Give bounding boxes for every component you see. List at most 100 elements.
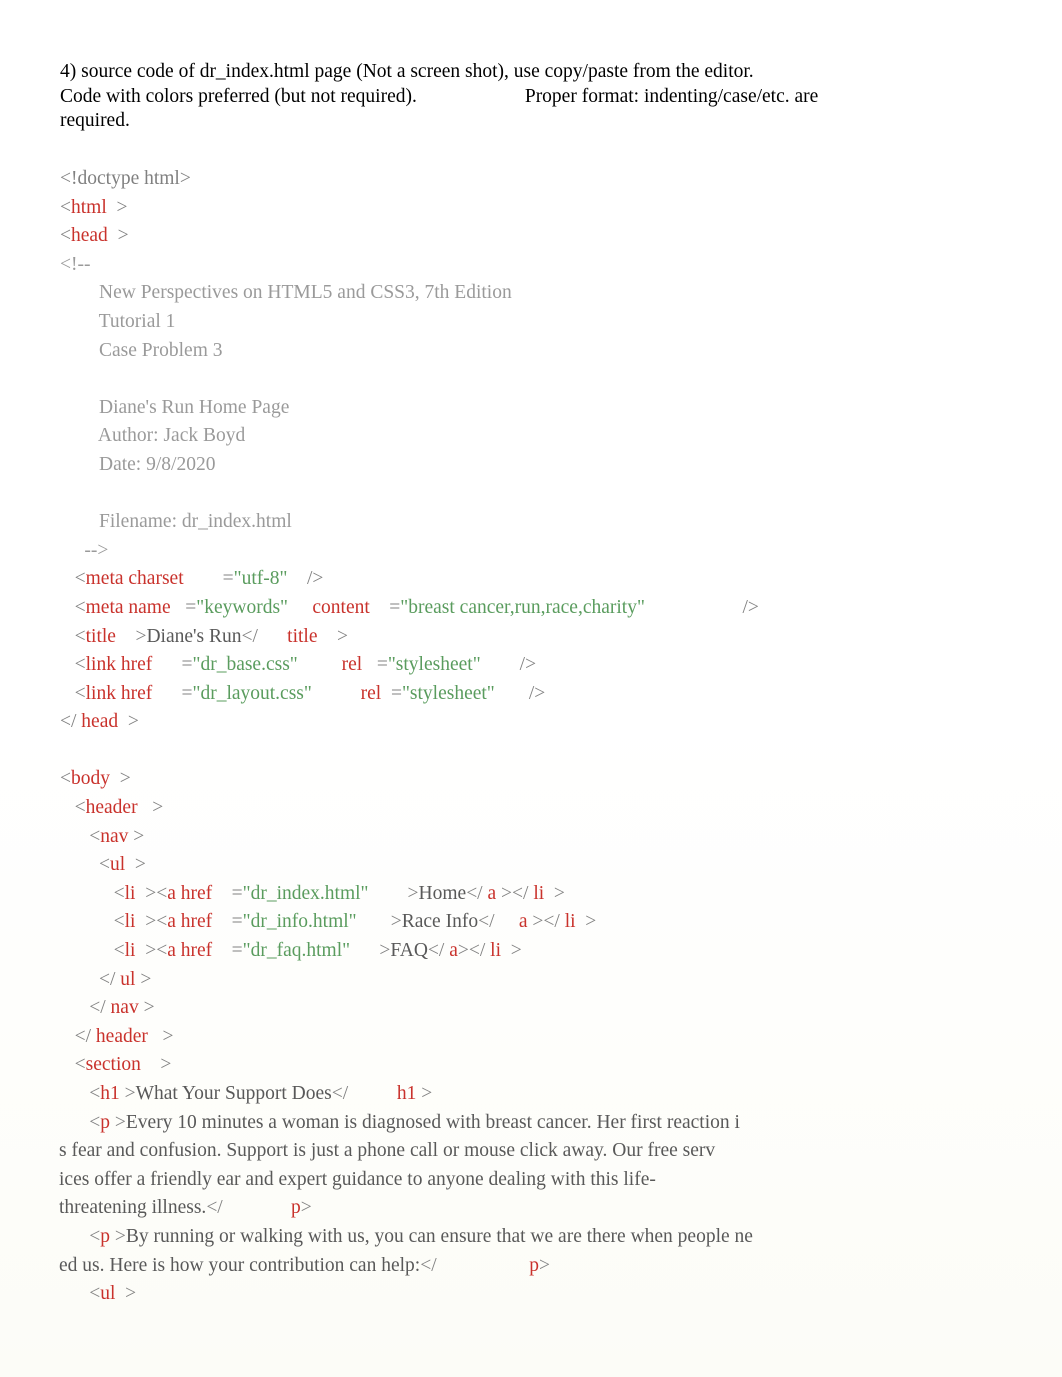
code-token-tag: title	[287, 625, 318, 647]
code-token-punc: >	[118, 711, 139, 733]
code-token-punc: <	[60, 1054, 86, 1076]
code-token-punc: ></	[496, 882, 534, 904]
code-token-text: Race Info	[401, 911, 479, 933]
code-token-punc: >	[106, 196, 128, 218]
code-token-value: "breast cancer,run,race,charity"	[400, 596, 645, 618]
code-token-comment: Case Problem 3	[60, 339, 223, 361]
code-line: <section >	[60, 1051, 1040, 1080]
code-token-punc: ></	[457, 940, 491, 962]
code-token-text: What Your Support Does	[135, 1083, 332, 1104]
code-token-tag: li	[564, 911, 576, 933]
code-token-punc: >	[135, 968, 152, 990]
prompt-line-3: required.	[60, 110, 130, 132]
code-token-value: "stylesheet"	[401, 682, 495, 704]
code-token-punc: ></	[527, 911, 565, 933]
code-token-tag: a	[487, 882, 497, 904]
code-token-tag: link href	[85, 682, 153, 704]
code-token-punc: <	[60, 882, 125, 904]
code-token-attr: rel	[341, 654, 363, 676]
code-token-punc	[288, 597, 312, 618]
code-token-punc: <	[60, 196, 71, 218]
code-line: New Perspectives on HTML5 and CSS3, 7th …	[60, 279, 1040, 308]
code-token-comment: Diane's Run Home Page	[60, 396, 290, 418]
code-token-tag: header	[95, 1025, 148, 1047]
code-line: Tutorial 1	[60, 308, 1040, 337]
code-token-punc: >	[137, 797, 164, 819]
code-token-punc: </	[60, 711, 82, 733]
code-token-punc: >	[350, 940, 391, 962]
prompt-line-2a: Code with colors preferred (but not requ…	[60, 85, 417, 107]
code-token-punc: >	[128, 825, 145, 847]
code-token-tag: meta charset	[85, 568, 184, 590]
prompt-line-1: 4) source code of dr_index.html page (No…	[60, 61, 754, 82]
code-token-tag: p	[529, 1254, 540, 1276]
code-token-tag: ul	[110, 854, 126, 876]
code-token-punc: =	[152, 682, 193, 704]
code-token-value: "utf-8"	[233, 568, 288, 590]
code-token-tag: head	[81, 711, 119, 733]
code-token-tag: link href	[85, 654, 153, 676]
code-line: <body >	[60, 765, 1040, 794]
code-token-comment: <!--	[60, 253, 91, 275]
code-token-punc: >	[317, 625, 348, 647]
code-token-punc: </	[60, 1025, 96, 1047]
code-line: Filename: dr_index.html	[60, 508, 1040, 537]
code-line: </ ul >	[60, 966, 1040, 995]
code-token-punc: >	[416, 1083, 433, 1104]
code-token-punc: >	[539, 1254, 551, 1276]
code-token-punc: </	[427, 940, 450, 962]
code-line: <link href ="dr_base.css" rel ="styleshe…	[60, 651, 1040, 680]
code-token-tag: ul	[120, 968, 136, 990]
code-token-punc: />	[644, 596, 759, 618]
code-token-tag: head	[71, 225, 108, 247]
code-line: <li ><a href ="dr_faq.html" >FAQ</ a></ …	[60, 937, 1040, 966]
code-token-tag: p	[290, 1197, 301, 1219]
code-token-punc: >	[147, 1025, 174, 1047]
code-line: <head >	[60, 222, 1040, 251]
code-token-tag: li	[124, 940, 136, 962]
code-token-value: "dr_index.html"	[242, 882, 369, 904]
code-token-text: By running or walking with us, you can e…	[125, 1225, 753, 1247]
code-line-wrapped: threatening illness.</ p>	[59, 1194, 1040, 1223]
code-token-doctype: <!doctype html>	[60, 168, 191, 189]
code-line: <li ><a href ="dr_index.html" >Home</ a …	[60, 880, 1040, 909]
code-line: <p >By running or walking with us, you c…	[60, 1223, 1040, 1252]
code-token-comment: Author: Jack Boyd	[60, 425, 246, 447]
code-token-punc: <	[60, 911, 125, 933]
code-token-punc: >	[501, 940, 522, 962]
code-token-tag: h1	[396, 1083, 417, 1104]
code-token-tag: a href	[167, 882, 213, 904]
code-token-attr: content	[312, 596, 370, 618]
code-token-punc: >	[115, 1283, 137, 1305]
code-token-value: "keywords"	[196, 596, 288, 618]
code-token-punc	[298, 654, 342, 675]
code-token-punc: <	[60, 854, 110, 876]
code-token-punc: <	[60, 1283, 101, 1305]
code-token-value: "stylesheet"	[387, 654, 481, 676]
code-token-tag: nav	[100, 825, 129, 847]
code-token-comment: Tutorial 1	[60, 310, 176, 332]
code-token-punc: =	[381, 682, 402, 704]
code-line: <meta charset ="utf-8" />	[60, 565, 1040, 594]
code-token-punc: >	[110, 1111, 126, 1133]
code-token-punc: <	[60, 1225, 101, 1247]
code-token-tag: html	[71, 196, 107, 218]
code-token-punc: <	[60, 1111, 101, 1133]
code-token-punc: >	[300, 1197, 312, 1219]
code-line: </ nav >	[60, 994, 1040, 1023]
code-token-punc: >	[110, 1225, 126, 1247]
code-line-wrapped: ices offer a friendly ear and expert gui…	[59, 1166, 1040, 1195]
code-line: Case Problem 3	[60, 337, 1040, 366]
code-token-punc: >	[119, 1083, 136, 1104]
code-token-punc: =	[170, 596, 197, 618]
code-token-punc: <	[60, 625, 86, 647]
code-line: <!--	[60, 251, 1040, 280]
code-token-value: "dr_layout.css"	[192, 682, 312, 704]
code-token-tag: p	[100, 1225, 110, 1247]
code-token-tag: nav	[110, 997, 139, 1019]
code-token-punc: <	[60, 682, 86, 704]
code-token-text: Every 10 minutes a woman is diagnosed wi…	[125, 1111, 740, 1133]
code-token-tag: a href	[167, 940, 213, 962]
